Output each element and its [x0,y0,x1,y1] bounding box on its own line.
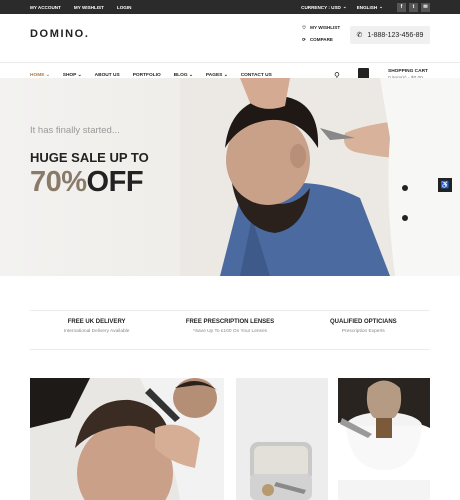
barber-hero-image [180,78,460,276]
feature-item: FREE UK DELIVERY International Delivery … [30,311,163,349]
hero-discount: 70%OFF [30,166,144,199]
my-account-link[interactable]: MY ACCOUNT [30,5,61,10]
banner-product-bottom[interactable] [338,480,430,500]
nav-blog[interactable]: BLOG ⌄ [174,73,193,78]
banner-shaving-brush[interactable] [338,378,430,472]
feature-subtitle: Prescription Experts [341,329,385,334]
login-link[interactable]: LOGIN [117,5,132,10]
site-header: DOMINO. ♡ MY WISHLIST ⟳ COMPARE ✆ 1-888-12… [0,14,460,54]
compare-link[interactable]: ⟳ COMPARE [302,34,340,46]
feature-item: QUALIFIED OPTICIANS Prescription Experts [297,311,430,349]
language-label: ENGLISH [356,4,378,10]
accessibility-icon[interactable]: ♿ [438,178,452,192]
nav-home[interactable]: HOME ⌄ [30,73,50,78]
nav-portfolio[interactable]: PORTFOLIO [133,73,161,78]
haircut-image [30,378,224,500]
feature-subtitle: International Delivery Available [63,329,130,334]
discount-off: OFF [86,166,144,198]
compare-label: COMPARE [309,37,333,42]
heart-icon: ♡ [302,25,307,30]
wishlist-link[interactable]: ♡ MY WISHLIST [302,22,340,34]
top-bar: MY ACCOUNT MY WISHLIST LOGIN CURRENCY : … [0,0,460,14]
wishlist-label: MY WISHLIST [310,25,341,30]
phone-number: 1-888-123-456-89 [367,31,424,39]
nav-pages[interactable]: PAGES ⌄ [206,73,228,78]
nav-shop[interactable]: SHOP ⌄ [63,73,82,78]
feature-title: FREE PRESCRIPTION LENSES [185,319,275,325]
banner-haircut[interactable] [30,378,224,500]
phone-box[interactable]: ✆ 1-888-123-456-89 [350,26,430,44]
currency-dropdown[interactable]: CURRENCY : USD ⌄ [301,4,347,10]
language-dropdown[interactable]: ENGLISH ⌄ [357,4,383,10]
twitter-icon[interactable]: t [409,2,418,12]
cart-title: SHOPPING CART [388,69,428,74]
hero-banner[interactable]: It has finally started... HUGE SALE UP T… [0,78,460,276]
grooming-kit-image [236,378,328,500]
phone-icon: ✆ [356,32,363,39]
feature-subtitle: *Save Up To £100 On Your Lenses [192,329,268,334]
refresh-icon: ⟳ [302,37,306,42]
chevron-down-icon: ⌄ [379,4,383,9]
discount-percent: 70% [30,166,87,198]
nav-contact-us[interactable]: CONTACT US [241,73,272,78]
nav-about-us[interactable]: ABOUT US [95,73,120,78]
my-wishlist-link[interactable]: MY WISHLIST [74,5,104,10]
facebook-icon[interactable]: f [397,2,406,12]
email-icon[interactable]: ✉ [421,2,430,12]
currency-label: CURRENCY : USD [301,4,341,10]
feature-title: FREE UK DELIVERY [67,319,126,325]
shaving-brush-image [338,378,430,472]
banner-grooming-kit[interactable] [236,378,328,500]
hero-subtitle: It has finally started... [30,125,120,136]
features-strip: FREE UK DELIVERY International Delivery … [30,310,430,350]
hero-headline: HUGE SALE UP TO [30,150,149,165]
chevron-down-icon: ⌄ [342,4,347,9]
feature-title: QUALIFIED OPTICIANS [329,319,397,325]
feature-item: FREE PRESCRIPTION LENSES *Save Up To £10… [163,311,296,349]
site-logo[interactable]: DOMINO. [30,28,89,40]
